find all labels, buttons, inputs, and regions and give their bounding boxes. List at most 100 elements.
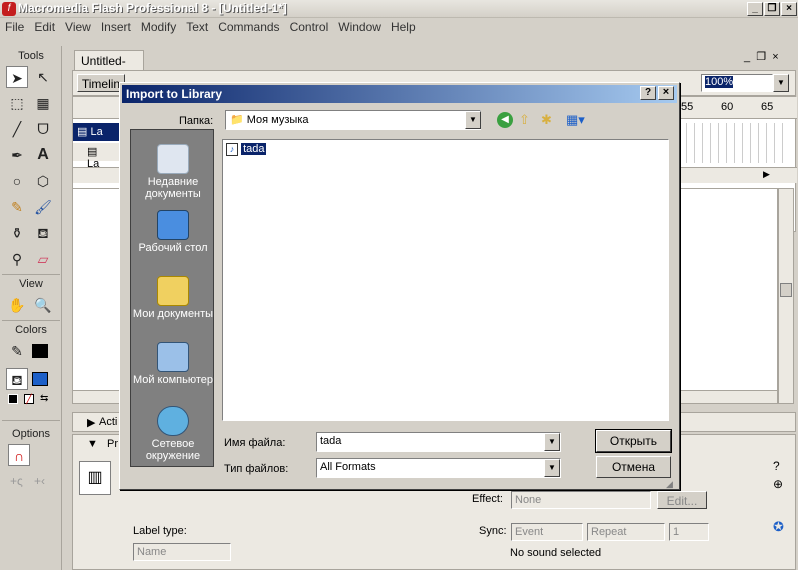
dialog-help-button[interactable]: ? <box>640 86 656 100</box>
new-folder-icon[interactable]: ✱ <box>541 112 552 128</box>
my-documents-icon <box>157 276 189 306</box>
menu-control[interactable]: Control <box>285 18 334 36</box>
cancel-button[interactable]: Отмена <box>596 456 671 478</box>
back-icon[interactable]: ◀ <box>497 112 513 128</box>
target-icon[interactable]: ⊕ <box>773 477 783 491</box>
close-button[interactable]: × <box>781 2 797 16</box>
place-desktop[interactable]: Рабочий стол <box>131 210 215 254</box>
polystar-tool-icon[interactable]: ⬡ <box>32 170 54 192</box>
lookin-dropdown[interactable]: 📁 Моя музыка <box>225 110 481 130</box>
menu-window[interactable]: Window <box>333 18 386 36</box>
menu-modify[interactable]: Modify <box>136 18 181 36</box>
stage-vertical-scrollbar[interactable] <box>778 188 794 404</box>
text-tool-icon[interactable]: A <box>32 144 54 166</box>
free-transform-icon[interactable]: ⬚ <box>6 92 28 114</box>
view-label: View <box>19 278 43 290</box>
pen-tool-icon[interactable]: ✒ <box>6 144 28 166</box>
menu-help[interactable]: Help <box>386 18 421 36</box>
paint-bucket-icon[interactable]: ⛾ <box>32 222 54 244</box>
subselect-tool-icon[interactable]: ↖ <box>32 66 54 88</box>
layer-row-1[interactable]: ▤ La <box>73 123 123 141</box>
filetype-dropdown[interactable]: All Formats <box>316 458 561 478</box>
no-color-icon[interactable]: ╱ <box>24 394 34 404</box>
frame-number-65: 65 <box>761 101 774 113</box>
my-computer-icon <box>157 342 189 372</box>
lasso-tool-icon[interactable]: ᗜ <box>32 118 54 140</box>
zoom-dropdown-arrow[interactable]: ▼ <box>773 74 789 92</box>
layer-row-2[interactable]: ▤ La <box>73 143 123 170</box>
tools-header: Tools <box>18 50 44 62</box>
place-my-documents[interactable]: Мои документы <box>131 276 215 320</box>
snap-magnet-icon[interactable]: ∩ <box>8 444 30 466</box>
label-type-dropdown[interactable]: Name <box>133 543 231 561</box>
sync-dropdown[interactable]: Event <box>511 523 583 541</box>
repeat-dropdown[interactable]: Repeat <box>587 523 665 541</box>
actions-label: Acti <box>99 416 118 428</box>
line-tool-icon[interactable]: ╱ <box>6 118 28 140</box>
stroke-color-swatch[interactable] <box>32 344 48 358</box>
repeat-count-field[interactable]: 1 <box>669 523 709 541</box>
lookin-label: Папка: <box>179 115 214 127</box>
menu-file[interactable]: File <box>0 18 29 36</box>
gradient-transform-icon[interactable]: ▦ <box>32 92 54 114</box>
place-network[interactable]: Сетевое окружение <box>131 406 215 462</box>
menu-view[interactable]: View <box>60 18 96 36</box>
file-list[interactable]: ♪ tada <box>222 139 669 421</box>
help-icon[interactable]: ? <box>773 459 780 473</box>
zoom-field[interactable]: 100% <box>701 74 773 92</box>
audio-file-icon: ♪ <box>226 143 238 156</box>
place-label: Мой компьютер <box>132 374 214 386</box>
smooth-icon[interactable]: +ς <box>10 474 23 488</box>
ink-bottle-icon[interactable]: ⚱ <box>6 222 28 244</box>
menu-edit[interactable]: Edit <box>29 18 60 36</box>
properties-label: Pr <box>107 438 118 450</box>
menu-commands[interactable]: Commands <box>213 18 284 36</box>
straighten-icon[interactable]: +‹ <box>34 474 45 488</box>
document-tab[interactable]: Untitled-1* <box>74 50 144 82</box>
effect-dropdown[interactable]: None <box>511 491 651 509</box>
timeline-button[interactable]: Timelin <box>77 74 125 92</box>
desktop-icon <box>157 210 189 240</box>
selection-tool-icon[interactable]: ➤ <box>6 66 28 88</box>
filename-input[interactable]: tada <box>316 432 561 452</box>
oval-tool-icon[interactable]: ○ <box>6 170 28 192</box>
expand-arrow-icon: ▶ <box>87 417 96 429</box>
view-menu-icon[interactable]: ▦▾ <box>566 112 585 128</box>
sync-label: Sync: <box>479 525 507 537</box>
place-recent[interactable]: Недавние документы <box>131 144 215 200</box>
scroll-thumb[interactable] <box>780 283 792 297</box>
scroll-right-arrow[interactable]: ▶ <box>763 169 770 180</box>
eraser-tool-icon[interactable]: ▱ <box>32 248 54 270</box>
zoom-tool-icon[interactable]: 🔍 <box>32 294 54 316</box>
eyedropper-icon[interactable]: ⚲ <box>6 248 28 270</box>
hand-tool-icon[interactable]: ✋ <box>6 294 28 316</box>
frame-grid[interactable] <box>679 123 783 163</box>
stroke-color-icon: ✎ <box>11 343 23 359</box>
accessibility-icon[interactable]: ✪ <box>773 519 784 535</box>
folder-icon: 📁 <box>230 114 244 126</box>
doc-window-controls[interactable]: _ ❐ × <box>744 50 779 63</box>
brush-tool-icon[interactable]: 🖌 <box>32 196 54 218</box>
filetype-label: Тип файлов: <box>224 463 289 475</box>
default-colors-icon[interactable] <box>8 394 18 404</box>
dialog-close-button[interactable]: × <box>658 86 674 100</box>
open-button[interactable]: Открыть <box>595 429 672 453</box>
file-item[interactable]: ♪ tada <box>226 142 268 156</box>
layer-icon: ▤ <box>87 146 98 158</box>
layer-icon: ▤ <box>77 126 91 138</box>
place-my-computer[interactable]: Мой компьютер <box>131 342 215 386</box>
resize-grip-icon[interactable]: ◢ <box>666 479 673 490</box>
menu-insert[interactable]: Insert <box>96 18 136 36</box>
filename-dropdown-arrow[interactable]: ▼ <box>544 433 560 451</box>
fill-color-swatch[interactable] <box>32 372 48 386</box>
swap-colors-icon[interactable]: ⇆ <box>40 394 50 404</box>
edit-button[interactable]: Edit... <box>657 491 707 509</box>
menu-text[interactable]: Text <box>181 18 213 36</box>
document-properties-icon: ▥ <box>79 461 111 495</box>
restore-button[interactable]: ❐ <box>764 2 780 16</box>
pencil-tool-icon[interactable]: ✎ <box>6 196 28 218</box>
filetype-dropdown-arrow[interactable]: ▼ <box>544 459 560 477</box>
minimize-button[interactable]: _ <box>747 2 763 16</box>
lookin-dropdown-arrow[interactable]: ▼ <box>465 111 481 129</box>
up-folder-icon[interactable]: ⇧ <box>519 112 530 128</box>
